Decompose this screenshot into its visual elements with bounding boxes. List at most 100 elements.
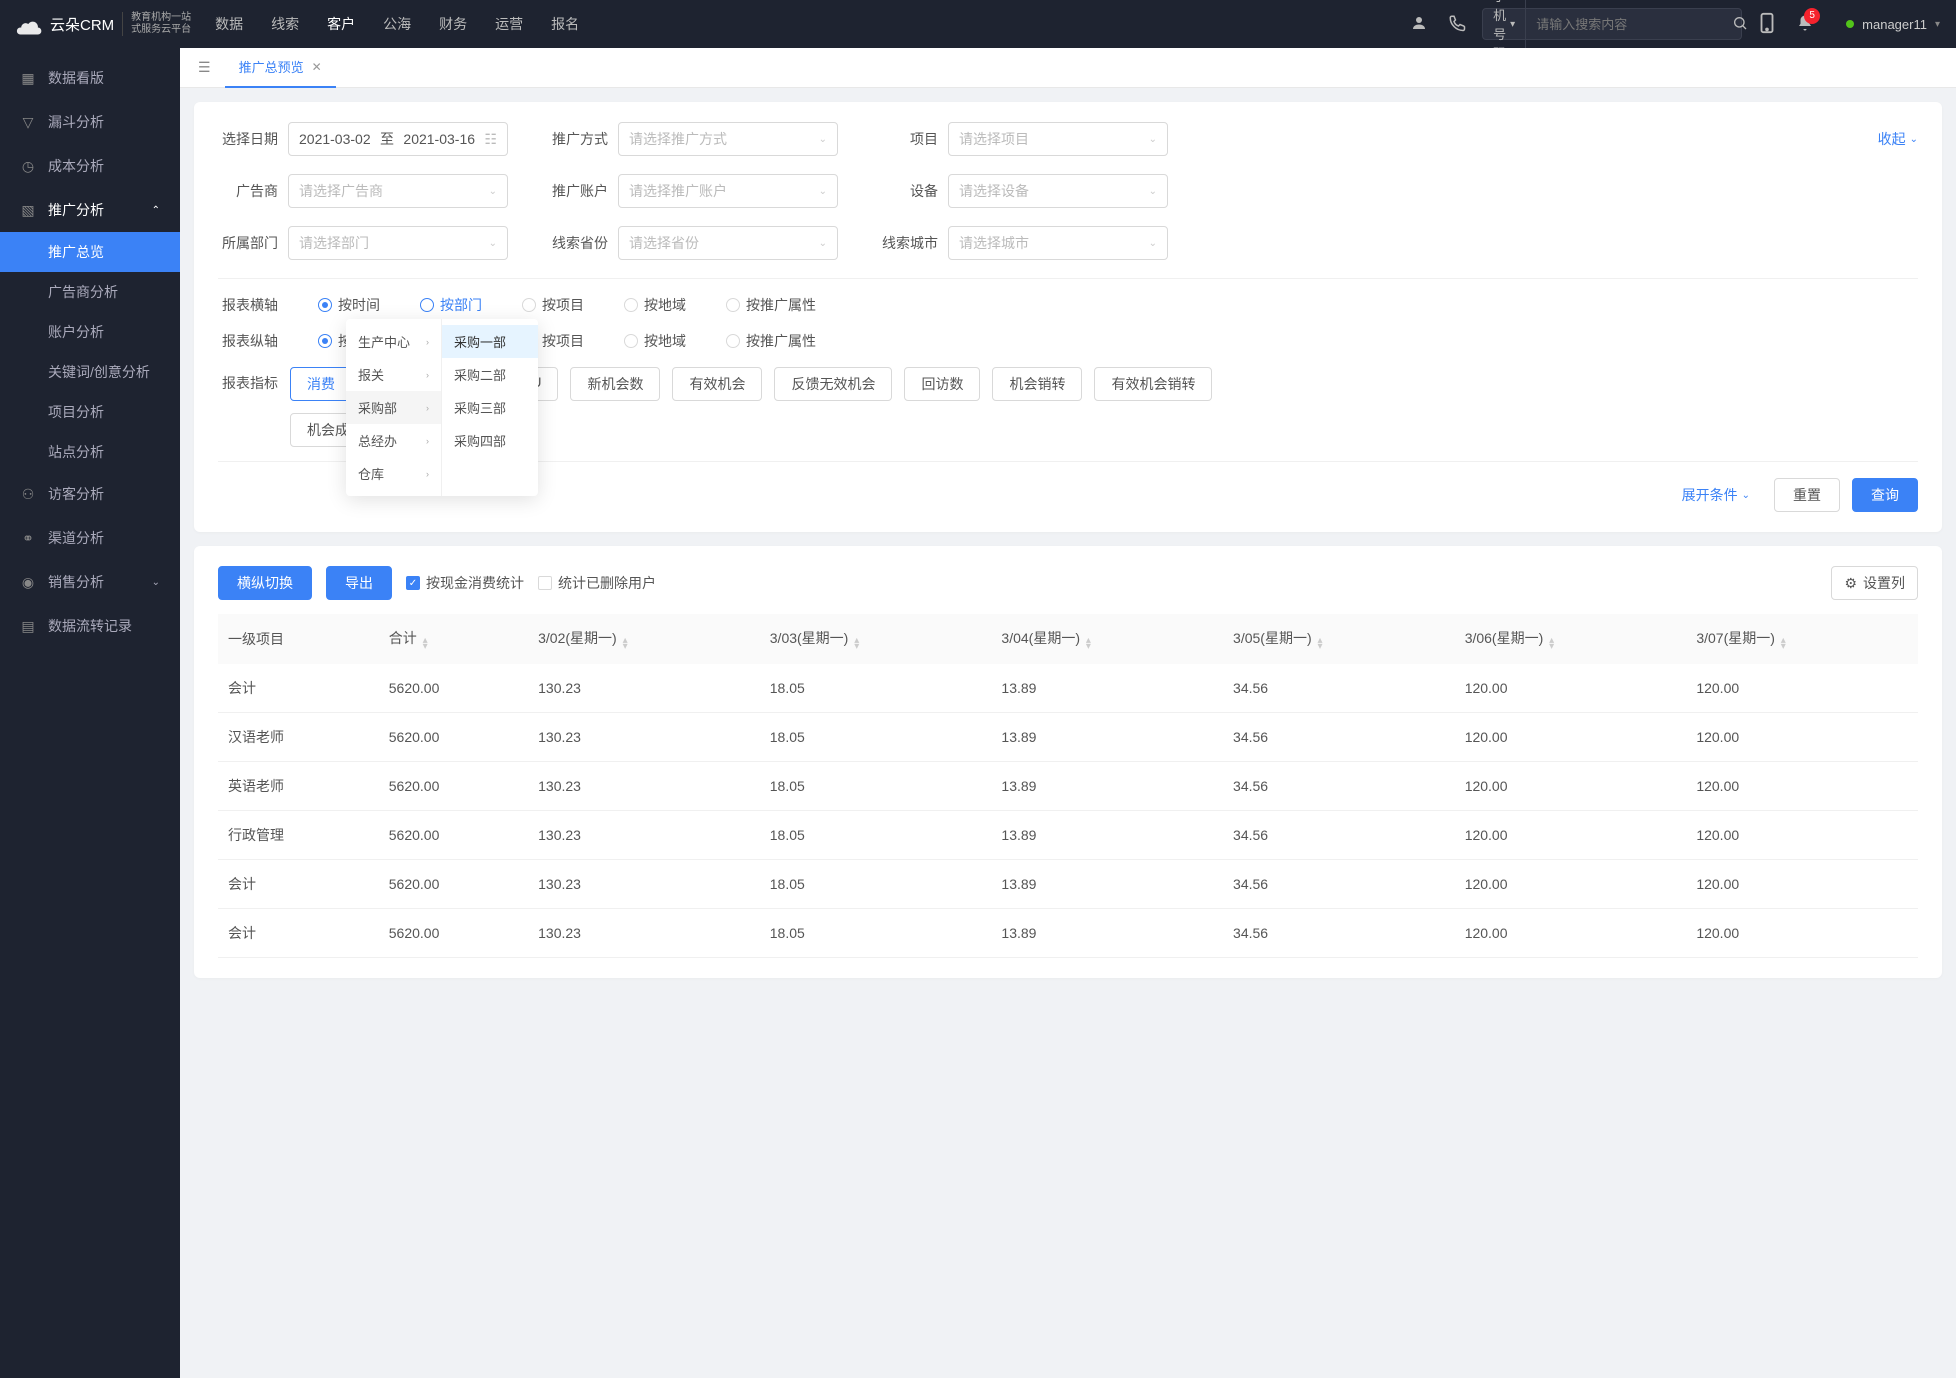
table-row: 英语老师5620.00130.2318.0513.8934.56120.0012… <box>218 762 1918 811</box>
metric-tag-8[interactable]: 机会销转 <box>992 367 1082 401</box>
column-settings-button[interactable]: ⚙ 设置列 <box>1831 566 1918 600</box>
nav-运营[interactable]: 运营 <box>495 14 523 34</box>
metric-tag-0[interactable]: 消费 <box>290 367 352 401</box>
col-header-1[interactable]: 合计 ▴▾ <box>379 614 528 664</box>
cascade-l2-0[interactable]: 采购一部 <box>442 325 538 358</box>
cell: 18.05 <box>760 713 992 762</box>
chevron-down-icon: ⌄ <box>489 186 497 197</box>
metric-tag-6[interactable]: 反馈无效机会 <box>774 367 892 401</box>
close-icon[interactable]: ✕ <box>312 60 322 74</box>
h-axis-option-3[interactable]: 按地域 <box>624 295 686 315</box>
sidebar-sub-项目分析[interactable]: 项目分析 <box>48 392 180 432</box>
metric-tag-4[interactable]: 新机会数 <box>570 367 660 401</box>
nav-数据[interactable]: 数据 <box>215 14 243 34</box>
chevron-right-icon: › <box>426 403 429 413</box>
phone-icon[interactable] <box>1448 14 1466 35</box>
cell: 34.56 <box>1223 664 1455 713</box>
logo[interactable]: 云朵CRM 教育机构一站式服务云平台 <box>16 10 191 38</box>
sidebar-item-7[interactable]: ▤数据流转记录 <box>0 604 180 648</box>
col-header-2[interactable]: 3/02(星期一) ▴▾ <box>528 614 760 664</box>
account-select[interactable]: 请选择推广账户⌄ <box>618 174 838 208</box>
deleted-users-checkbox[interactable]: 统计已删除用户 <box>538 573 656 593</box>
device-select[interactable]: 请选择设备⌄ <box>948 174 1168 208</box>
h-axis-option-4[interactable]: 按推广属性 <box>726 295 816 315</box>
sidebar-item-6[interactable]: ◉销售分析⌄ <box>0 560 180 604</box>
cell: 18.05 <box>760 811 992 860</box>
metric-tag-5[interactable]: 有效机会 <box>672 367 762 401</box>
metric-tag-9[interactable]: 有效机会销转 <box>1094 367 1212 401</box>
v-axis-option-3[interactable]: 按地域 <box>624 331 686 351</box>
cascade-l2-1[interactable]: 采购二部 <box>442 358 538 391</box>
sidebar-sub-账户分析[interactable]: 账户分析 <box>48 312 180 352</box>
nav-财务[interactable]: 财务 <box>439 14 467 34</box>
cloud-icon <box>16 10 44 38</box>
sidebar-sub-广告商分析[interactable]: 广告商分析 <box>48 272 180 312</box>
sidebar-item-4[interactable]: ⚇访客分析 <box>0 472 180 516</box>
sidebar-item-2[interactable]: ◷成本分析 <box>0 144 180 188</box>
h-axis-option-2[interactable]: 按项目 <box>522 295 584 315</box>
cascade-l1-2[interactable]: 采购部› <box>346 391 441 424</box>
person-icon[interactable] <box>1410 14 1428 35</box>
chevron-icon: ⌃ <box>152 205 160 216</box>
search-input[interactable] <box>1526 17 1722 32</box>
sidebar: ▦数据看版▽漏斗分析◷成本分析▧推广分析⌃推广总览广告商分析账户分析关键词/创意… <box>0 48 180 1378</box>
cascade-l2-3[interactable]: 采购四部 <box>442 424 538 457</box>
expand-conditions-link[interactable]: 展开条件⌄ <box>1682 485 1750 505</box>
cash-statistics-checkbox[interactable]: ✓ 按现金消费统计 <box>406 573 524 593</box>
gear-icon: ⚙ <box>1844 575 1857 592</box>
sidebar-item-3[interactable]: ▧推广分析⌃ <box>0 188 180 232</box>
notification-bell[interactable]: 5 <box>1796 14 1814 35</box>
cell: 5620.00 <box>379 664 528 713</box>
nav-客户[interactable]: 客户 <box>327 14 355 34</box>
sidebar-sub-推广总览[interactable]: 推广总览 <box>0 232 180 272</box>
v-axis-option-4[interactable]: 按推广属性 <box>726 331 816 351</box>
city-label: 线索城市 <box>878 233 938 253</box>
toggle-axis-button[interactable]: 横纵切换 <box>218 566 312 600</box>
city-select[interactable]: 请选择城市⌄ <box>948 226 1168 260</box>
col-header-5[interactable]: 3/05(星期一) ▴▾ <box>1223 614 1455 664</box>
sidebar-sub-关键词/创意分析[interactable]: 关键词/创意分析 <box>48 352 180 392</box>
radio-icon <box>726 298 740 312</box>
advertiser-select[interactable]: 请选择广告商⌄ <box>288 174 508 208</box>
col-header-3[interactable]: 3/03(星期一) ▴▾ <box>760 614 992 664</box>
dept-select[interactable]: 请选择部门⌄ <box>288 226 508 260</box>
reset-button[interactable]: 重置 <box>1774 478 1840 512</box>
date-range-picker[interactable]: 2021-03-02 至 2021-03-16 ☷ <box>288 122 508 156</box>
method-select[interactable]: 请选择推广方式⌄ <box>618 122 838 156</box>
cascade-l1-1[interactable]: 报关› <box>346 358 441 391</box>
cascade-l1-3[interactable]: 总经办› <box>346 424 441 457</box>
sort-icon: ▴▾ <box>1781 638 1786 650</box>
cell: 13.89 <box>991 664 1223 713</box>
metric-tag-7[interactable]: 回访数 <box>904 367 980 401</box>
cascade-l1-4[interactable]: 仓库› <box>346 457 441 490</box>
nav-公海[interactable]: 公海 <box>383 14 411 34</box>
chevron-down-icon: ⌄ <box>1910 134 1918 145</box>
export-button[interactable]: 导出 <box>326 566 392 600</box>
collapse-link[interactable]: 收起⌄ <box>1878 129 1918 149</box>
sidebar-item-1[interactable]: ▽漏斗分析 <box>0 100 180 144</box>
advertiser-label: 广告商 <box>218 181 278 201</box>
project-select[interactable]: 请选择项目⌄ <box>948 122 1168 156</box>
col-header-6[interactable]: 3/06(星期一) ▴▾ <box>1455 614 1687 664</box>
col-header-4[interactable]: 3/04(星期一) ▴▾ <box>991 614 1223 664</box>
mobile-icon[interactable] <box>1758 12 1776 37</box>
cascade-l2-2[interactable]: 采购三部 <box>442 391 538 424</box>
province-select[interactable]: 请选择省份⌄ <box>618 226 838 260</box>
menu-toggle-icon[interactable]: ☰ <box>184 59 225 76</box>
col-header-7[interactable]: 3/07(星期一) ▴▾ <box>1686 614 1918 664</box>
nav-线索[interactable]: 线索 <box>271 14 299 34</box>
chevron-down-icon: ⌄ <box>819 134 827 145</box>
sidebar-sub-站点分析[interactable]: 站点分析 <box>48 432 180 472</box>
tab-promotion-overview[interactable]: 推广总预览 ✕ <box>225 48 336 88</box>
header: 云朵CRM 教育机构一站式服务云平台 数据线索客户公海财务运营报名 手机号码▾ … <box>0 0 1956 48</box>
search-icon[interactable] <box>1722 15 1758 34</box>
user-menu[interactable]: manager11 ▾ <box>1846 17 1940 32</box>
col-header-0[interactable]: 一级项目 <box>218 614 379 664</box>
sidebar-item-5[interactable]: ⚭渠道分析 <box>0 516 180 560</box>
cascade-l1-0[interactable]: 生产中心› <box>346 325 441 358</box>
sidebar-item-0[interactable]: ▦数据看版 <box>0 56 180 100</box>
h-axis-option-0[interactable]: 按时间 <box>318 295 380 315</box>
nav-报名[interactable]: 报名 <box>551 14 579 34</box>
h-axis-option-1[interactable]: 按部门 <box>420 295 482 315</box>
query-button[interactable]: 查询 <box>1852 478 1918 512</box>
